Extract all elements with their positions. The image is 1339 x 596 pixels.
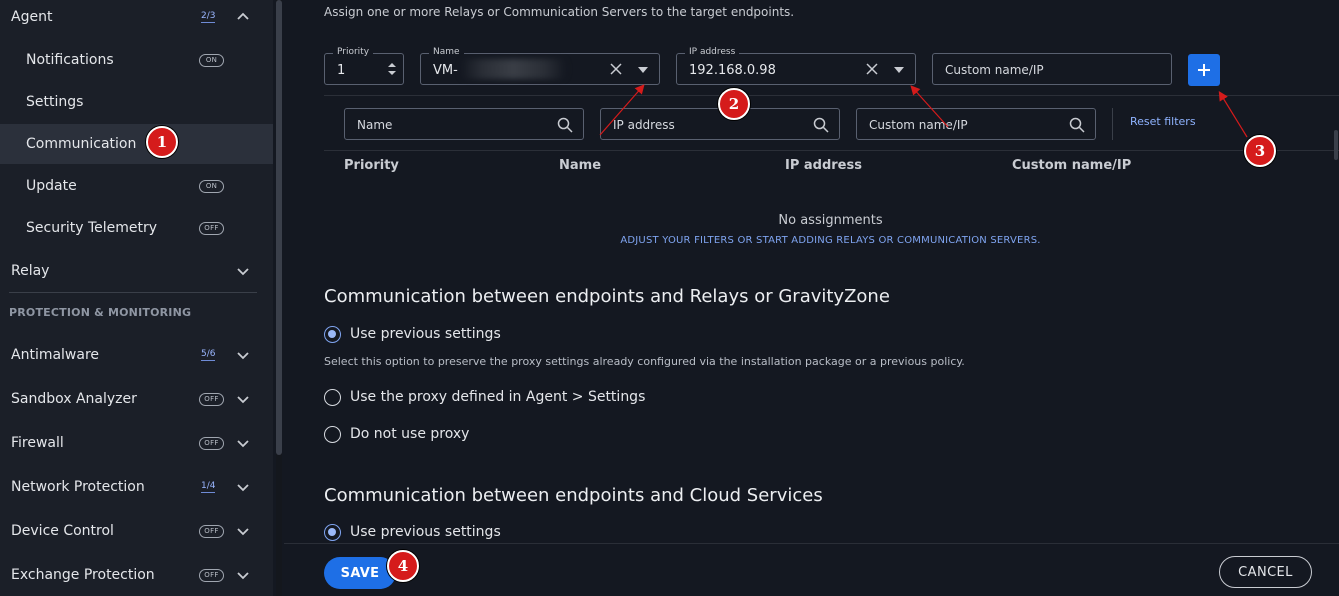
radio-use-agent-proxy[interactable] bbox=[324, 389, 341, 406]
empty-state-title: No assignments bbox=[778, 213, 883, 228]
sidebar-item-security-telemetry[interactable]: Security Telemetry OFF bbox=[0, 208, 273, 248]
filter-name-input[interactable]: Name bbox=[344, 108, 584, 140]
sidebar-item-communication[interactable]: Communication bbox=[0, 124, 273, 164]
intro-text: Assign one or more Relays or Communicati… bbox=[324, 5, 795, 19]
clear-icon[interactable] bbox=[865, 62, 879, 76]
agent-count-badge: 2/3 bbox=[201, 11, 216, 23]
network-count-badge: 1/4 bbox=[201, 481, 216, 493]
chevron-down-icon[interactable] bbox=[236, 436, 250, 450]
chevron-down-icon[interactable] bbox=[236, 568, 250, 582]
scrollbar-thumb[interactable] bbox=[276, 0, 282, 455]
radio-use-previous-settings[interactable] bbox=[324, 326, 341, 343]
stepper-arrows-icon[interactable] bbox=[387, 60, 397, 78]
search-icon bbox=[557, 117, 573, 133]
step-marker-1: 1 bbox=[146, 126, 178, 158]
sidebar: Agent 2/3 Notifications ON Settings Comm… bbox=[0, 0, 273, 596]
search-icon bbox=[1069, 117, 1085, 133]
clear-icon[interactable] bbox=[609, 62, 623, 76]
chevron-down-icon[interactable] bbox=[236, 480, 250, 494]
status-pill: ON bbox=[199, 53, 224, 67]
save-button[interactable]: SAVE bbox=[324, 557, 396, 589]
filter-custom-input[interactable]: Custom name/IP bbox=[856, 108, 1096, 140]
status-pill: OFF bbox=[199, 568, 224, 582]
divider bbox=[324, 95, 1339, 96]
sidebar-item-agent[interactable]: Agent 2/3 bbox=[0, 0, 273, 37]
sidebar-divider bbox=[9, 292, 257, 293]
chevron-down-icon[interactable] bbox=[236, 524, 250, 538]
chevron-down-icon[interactable] bbox=[236, 392, 250, 406]
step-marker-2: 2 bbox=[718, 88, 750, 120]
option-hint: Select this option to preserve the proxy… bbox=[324, 355, 965, 368]
sidebar-item-relay[interactable]: Relay bbox=[0, 251, 273, 291]
sidebar-item-notifications[interactable]: Notifications ON bbox=[0, 40, 273, 80]
scrollbar-thumb[interactable] bbox=[1334, 130, 1338, 160]
section-title-cloud: Communication between endpoints and Clou… bbox=[324, 485, 823, 506]
column-header-custom[interactable]: Custom name/IP bbox=[1012, 158, 1131, 173]
sidebar-item-settings[interactable]: Settings bbox=[0, 82, 273, 122]
sidebar-item-network-protection[interactable]: Network Protection 1/4 bbox=[0, 467, 273, 507]
sidebar-item-antimalware[interactable]: Antimalware 5/6 bbox=[0, 335, 273, 375]
status-pill: OFF bbox=[199, 436, 224, 450]
main-panel: Assign one or more Relays or Communicati… bbox=[284, 0, 1339, 596]
radio-no-proxy[interactable] bbox=[324, 426, 341, 443]
custom-name-input[interactable]: Custom name/IP bbox=[932, 53, 1172, 85]
sidebar-scrollbar[interactable] bbox=[276, 0, 282, 596]
chevron-up-icon[interactable] bbox=[236, 10, 250, 24]
status-pill: OFF bbox=[199, 221, 224, 235]
search-icon bbox=[813, 117, 829, 133]
chevron-down-icon[interactable] bbox=[236, 348, 250, 362]
section-title-relays: Communication between endpoints and Rela… bbox=[324, 286, 890, 307]
dropdown-arrow-icon[interactable] bbox=[893, 66, 905, 74]
plus-icon bbox=[1198, 64, 1210, 76]
radio-label[interactable]: Use the proxy defined in Agent > Setting… bbox=[350, 389, 645, 405]
sidebar-item-device-control[interactable]: Device Control OFF bbox=[0, 511, 273, 551]
empty-state-hint: ADJUST YOUR FILTERS OR START ADDING RELA… bbox=[620, 235, 1041, 246]
name-select[interactable]: Name VM- bbox=[420, 47, 660, 85]
sidebar-item-update[interactable]: Update ON bbox=[0, 166, 273, 206]
cancel-button[interactable]: CANCEL bbox=[1219, 556, 1312, 588]
radio-label[interactable]: Do not use proxy bbox=[350, 426, 469, 442]
chevron-down-icon[interactable] bbox=[236, 264, 250, 278]
divider bbox=[324, 150, 1339, 151]
sidebar-item-sandbox-analyzer[interactable]: Sandbox Analyzer OFF bbox=[0, 379, 273, 419]
reset-filters-link[interactable]: Reset filters bbox=[1130, 115, 1196, 128]
step-marker-4: 4 bbox=[387, 550, 419, 582]
antimalware-count-badge: 5/6 bbox=[201, 349, 216, 361]
step-marker-3: 3 bbox=[1244, 135, 1276, 167]
filter-separator bbox=[1112, 108, 1113, 140]
column-header-ip[interactable]: IP address bbox=[785, 158, 862, 173]
status-pill: ON bbox=[199, 179, 224, 193]
radio-cloud-use-previous[interactable] bbox=[324, 524, 341, 541]
radio-label[interactable]: Use previous settings bbox=[350, 524, 501, 540]
footer-bar: SAVE CANCEL bbox=[284, 543, 1339, 596]
column-header-name[interactable]: Name bbox=[559, 158, 601, 173]
sidebar-section-title: PROTECTION & MONITORING bbox=[9, 306, 192, 319]
sidebar-item-firewall[interactable]: Firewall OFF bbox=[0, 423, 273, 463]
status-pill: OFF bbox=[199, 392, 224, 406]
add-button[interactable] bbox=[1188, 54, 1220, 86]
sidebar-item-exchange-protection[interactable]: Exchange Protection OFF bbox=[0, 555, 273, 595]
redacted-name bbox=[461, 59, 566, 79]
main-scrollbar[interactable] bbox=[1333, 0, 1339, 540]
priority-stepper[interactable]: Priority 1 bbox=[324, 47, 404, 85]
radio-label[interactable]: Use previous settings bbox=[350, 326, 501, 342]
ip-address-select[interactable]: IP address 192.168.0.98 bbox=[676, 47, 916, 85]
dropdown-arrow-icon[interactable] bbox=[637, 66, 649, 74]
column-header-priority[interactable]: Priority bbox=[344, 158, 399, 173]
status-pill: OFF bbox=[199, 524, 224, 538]
